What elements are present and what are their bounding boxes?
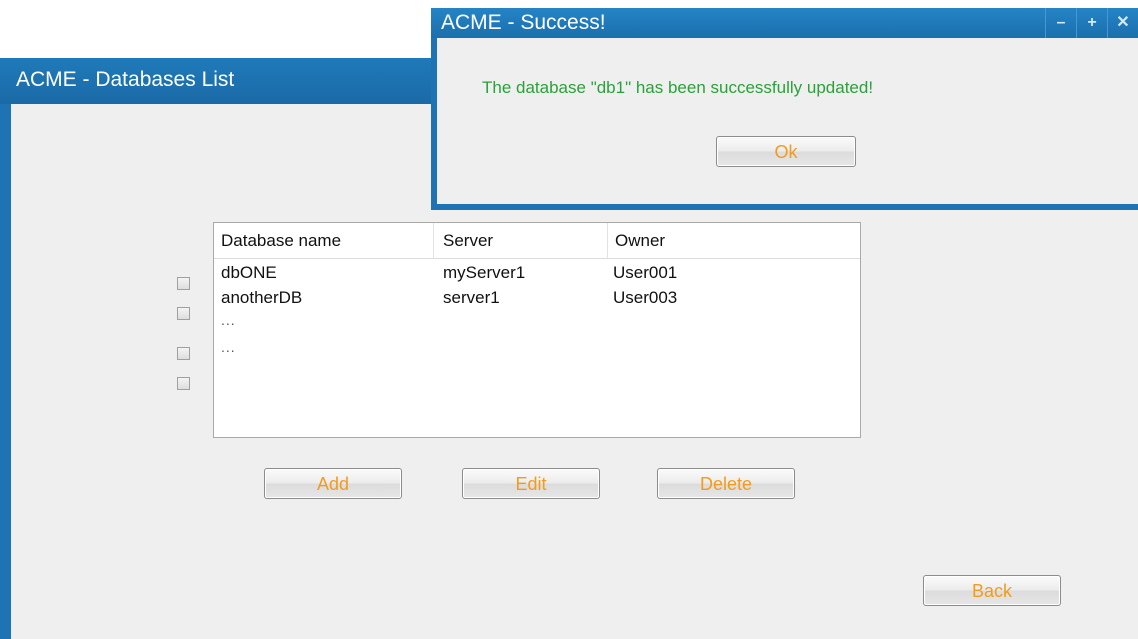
dialog-title: ACME - Success! <box>441 11 606 34</box>
cell-placeholder: ... <box>221 312 236 328</box>
row-checkbox-1[interactable] <box>177 277 190 290</box>
minimize-icon[interactable]: – <box>1045 8 1076 38</box>
table-row[interactable]: ... <box>214 339 860 364</box>
main-window-title: ACME - Databases List <box>16 68 235 91</box>
close-icon[interactable]: ✕ <box>1107 8 1138 38</box>
cell-owner: User003 <box>613 288 678 307</box>
cell-placeholder: ... <box>221 339 236 355</box>
cell-server: myServer1 <box>443 263 526 282</box>
column-header-owner[interactable]: Owner <box>608 223 860 258</box>
edit-button[interactable]: Edit <box>462 468 600 499</box>
row-checkbox-4[interactable] <box>177 377 190 390</box>
table-row[interactable]: ... <box>214 312 860 337</box>
column-header-database-name[interactable]: Database name <box>214 223 434 258</box>
success-message: The database "db1" has been successfully… <box>482 78 874 97</box>
databases-table: Database name Server Owner dbONE myServe… <box>213 222 861 438</box>
table-row[interactable]: dbONE myServer1 User001 <box>214 261 860 286</box>
cell-server: server1 <box>443 288 500 307</box>
cell-database-name: anotherDB <box>221 288 303 307</box>
success-dialog: ACME - Success! – + ✕ The database "db1"… <box>431 8 1138 210</box>
ok-button[interactable]: Ok <box>716 136 856 167</box>
dialog-titlebar[interactable]: ACME - Success! – + ✕ <box>431 8 1138 38</box>
column-header-server[interactable]: Server <box>436 223 608 258</box>
dialog-content: The database "db1" has been successfully… <box>437 38 1138 204</box>
table-header: Database name Server Owner <box>214 223 860 259</box>
add-button[interactable]: Add <box>264 468 402 499</box>
cell-owner: User001 <box>613 263 678 282</box>
maximize-icon[interactable]: + <box>1076 8 1107 38</box>
back-button[interactable]: Back <box>923 575 1061 606</box>
table-row[interactable]: anotherDB server1 User003 <box>214 286 860 311</box>
row-checkbox-2[interactable] <box>177 307 190 320</box>
cell-database-name: dbONE <box>221 263 277 282</box>
row-checkbox-3[interactable] <box>177 347 190 360</box>
delete-button[interactable]: Delete <box>657 468 795 499</box>
